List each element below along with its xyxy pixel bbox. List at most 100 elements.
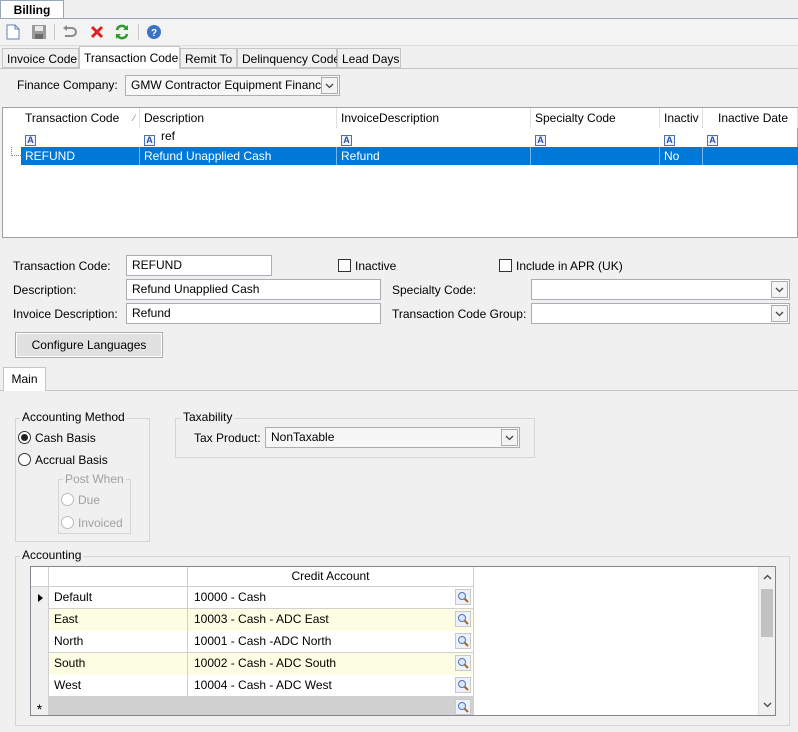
cell-inactive-date (703, 147, 798, 165)
cell-credit-account[interactable]: 10002 - Cash - ADC South (188, 653, 474, 675)
tab-transaction-code[interactable]: Transaction Code (79, 46, 180, 69)
chevron-down-icon[interactable] (771, 305, 788, 322)
chevron-down-icon[interactable] (501, 429, 518, 446)
cell-credit-account[interactable]: 10001 - Cash -ADC North (188, 631, 474, 653)
finance-company-select[interactable]: GMW Contractor Equipment Finance (125, 75, 340, 96)
invoiced-label: Invoiced (78, 516, 123, 530)
divider (0, 390, 798, 391)
table-row[interactable]: North 10001 - Cash -ADC North (31, 631, 474, 653)
cell-credit-account[interactable] (188, 697, 474, 715)
column-header-description[interactable]: Description (140, 108, 337, 128)
undo-icon[interactable] (60, 23, 78, 41)
accrual-basis-label: Accrual Basis (35, 453, 108, 467)
row-indicator (31, 587, 49, 609)
chevron-down-icon[interactable] (321, 77, 338, 94)
transaction-code-field[interactable]: REFUND (126, 255, 272, 276)
scrollbar-thumb[interactable] (761, 589, 773, 637)
cell-credit-account[interactable]: 10004 - Cash - ADC West (188, 675, 474, 697)
cell-credit-account[interactable]: 10000 - Cash (188, 587, 474, 609)
transaction-code-grid: Transaction Code ⁄ Description InvoiceDe… (2, 107, 798, 238)
search-icon[interactable] (455, 633, 471, 649)
inactive-checkbox[interactable] (338, 259, 351, 272)
transaction-code-label: Transaction Code: (13, 259, 111, 273)
taxability-title: Taxability (181, 410, 235, 424)
table-row[interactable]: Default 10000 - Cash (31, 587, 474, 609)
tab-main[interactable]: Main (3, 367, 46, 391)
filter-icon[interactable]: A (341, 132, 352, 146)
chevron-up-icon[interactable] (759, 571, 775, 583)
tab-invoice-code[interactable]: Invoice Code (2, 48, 79, 68)
search-icon[interactable] (455, 589, 471, 605)
tax-product-select[interactable]: NonTaxable (265, 427, 520, 448)
filter-description-input[interactable]: ref (161, 129, 175, 143)
invoice-description-field[interactable]: Refund (126, 303, 381, 324)
tax-product-label: Tax Product: (194, 431, 261, 445)
cell-specialty-code (531, 147, 660, 165)
cell-name: East (49, 609, 188, 631)
column-header-invoice-description[interactable]: InvoiceDescription (337, 108, 531, 128)
tab-remit-to[interactable]: Remit To (180, 48, 237, 68)
cell-name: North (49, 631, 188, 653)
transaction-code-group-select[interactable] (531, 303, 790, 324)
column-header-transaction-code[interactable]: Transaction Code ⁄ (21, 108, 140, 128)
sort-icon: ⁄ (133, 113, 135, 123)
row-indicator (31, 631, 49, 653)
accounting-method-title: Accounting Method (20, 410, 127, 424)
save-icon[interactable] (30, 23, 48, 41)
new-row[interactable]: * (31, 697, 474, 715)
column-header-name[interactable] (49, 567, 188, 587)
configure-languages-button[interactable]: Configure Languages (15, 332, 163, 358)
column-header-specialty-code[interactable]: Specialty Code (531, 108, 660, 128)
cell-name: South (49, 653, 188, 675)
new-row-marker: * (31, 697, 49, 715)
tab-lead-days[interactable]: Lead Days (337, 48, 401, 68)
column-header-credit-account[interactable]: Credit Account (188, 567, 474, 587)
search-icon[interactable] (455, 699, 471, 715)
table-row[interactable]: South 10002 - Cash - ADC South (31, 653, 474, 675)
post-when-title: Post When (63, 472, 126, 486)
due-radio[interactable] (61, 493, 74, 506)
include-apr-label: Include in APR (UK) (516, 259, 623, 273)
accounting-grid: Credit Account Default 10000 - Cash East… (30, 566, 776, 716)
row-indicator (31, 675, 49, 697)
cell-transaction-code: REFUND (21, 147, 140, 165)
column-header-inactive-date[interactable]: Inactive Date (703, 108, 798, 128)
search-icon[interactable] (455, 655, 471, 671)
description-field[interactable]: Refund Unapplied Cash (126, 279, 381, 300)
toolbar: ? (0, 19, 798, 46)
tab-delinquency-code[interactable]: Delinquency Code (237, 48, 340, 68)
include-apr-checkbox[interactable] (499, 259, 512, 272)
filter-icon[interactable]: A (25, 132, 36, 146)
accounting-title: Accounting (20, 548, 84, 562)
search-icon[interactable] (455, 611, 471, 627)
filter-icon[interactable]: A (664, 132, 675, 146)
invoiced-radio[interactable] (61, 516, 74, 529)
table-row[interactable]: REFUND Refund Unapplied Cash Refund No (21, 147, 798, 165)
separator (138, 24, 139, 40)
search-icon[interactable] (455, 677, 471, 693)
cell-name[interactable] (49, 697, 188, 715)
cell-name: Default (49, 587, 188, 609)
cell-inactive: No (660, 147, 703, 165)
chevron-down-icon[interactable] (771, 281, 788, 298)
accrual-basis-radio[interactable] (18, 453, 31, 466)
new-icon[interactable] (4, 23, 22, 41)
chevron-down-icon[interactable] (759, 699, 775, 711)
table-row[interactable]: West 10004 - Cash - ADC West (31, 675, 474, 697)
vertical-scrollbar[interactable] (758, 567, 775, 715)
table-row[interactable]: East 10003 - Cash - ADC East (31, 609, 474, 631)
finance-company-label: Finance Company: (17, 78, 118, 92)
invoice-description-label: Invoice Description: (13, 307, 118, 321)
filter-icon[interactable]: A (707, 132, 718, 146)
billing-document-tab[interactable]: Billing (0, 0, 64, 19)
refresh-icon[interactable] (113, 23, 131, 41)
svg-text:?: ? (151, 28, 157, 39)
cash-basis-radio[interactable] (18, 431, 31, 444)
specialty-code-select[interactable] (531, 279, 790, 300)
filter-icon[interactable]: A (535, 132, 546, 146)
help-icon[interactable]: ? (145, 23, 163, 41)
delete-icon[interactable] (88, 23, 106, 41)
filter-icon[interactable]: A (144, 132, 155, 146)
column-header-inactive[interactable]: Inactiv (660, 108, 703, 128)
cell-credit-account[interactable]: 10003 - Cash - ADC East (188, 609, 474, 631)
